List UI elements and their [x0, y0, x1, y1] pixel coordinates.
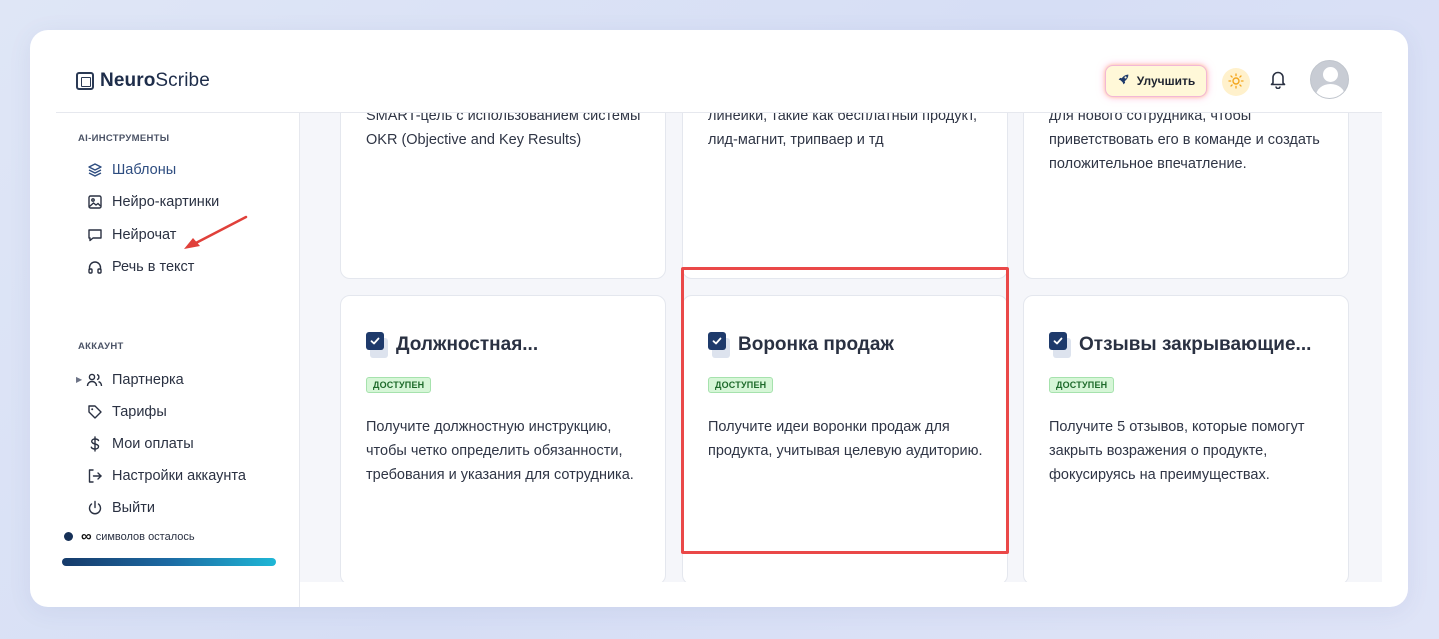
symbols-progress-bar	[62, 558, 276, 566]
checkbox-icon	[1049, 332, 1071, 358]
sidebar-item-label: Настройки аккаунта	[112, 467, 246, 484]
section-title-tools: AI-ИНСТРУМЕНТЫ	[78, 133, 170, 144]
image-icon	[86, 193, 103, 210]
template-card-product-line[interactable]: линейки, такие как бесплатный продукт, л…	[682, 113, 1008, 279]
card-description: Получите 5 отзывов, которые помогут закр…	[1049, 419, 1305, 483]
sidebar-item-partner[interactable]: Партнерка	[86, 371, 184, 388]
card-title: Отзывы закрывающие...	[1079, 334, 1312, 355]
upgrade-button[interactable]: Улучшить	[1105, 65, 1207, 97]
login-icon	[86, 467, 103, 484]
sidebar-item-neurochat[interactable]: Нейрочат	[86, 226, 176, 243]
sidebar-item-label: Речь в текст	[112, 258, 195, 275]
sidebar-item-account-settings[interactable]: Настройки аккаунта	[86, 467, 246, 484]
annotation-arrow	[180, 213, 252, 258]
bell-icon	[1269, 69, 1287, 94]
template-card-job-description[interactable]: Должностная... ДОСТУПЕН Получите должнос…	[340, 295, 666, 582]
template-card-welcome[interactable]: для нового сотрудника, чтобы приветствов…	[1023, 113, 1349, 279]
upgrade-label: Улучшить	[1136, 74, 1196, 88]
logo-icon	[76, 72, 94, 90]
avatar[interactable]	[1310, 60, 1349, 99]
headphones-icon	[86, 258, 103, 275]
templates-grid: SMART-цель с использованием системы OKR …	[300, 113, 1382, 582]
card-title: Воронка продаж	[738, 334, 894, 355]
sidebar-item-speech-to-text[interactable]: Речь в текст	[86, 258, 194, 275]
card-description: Получите идеи воронки продаж для продукт…	[708, 419, 983, 459]
card-description: для нового сотрудника, чтобы приветствов…	[1049, 113, 1320, 172]
app-window: NeuroScribe Улучшить AI-ИНСТРУМЕНТЫ Шабл…	[30, 30, 1408, 607]
logo[interactable]: NeuroScribe	[76, 70, 210, 92]
users-icon	[86, 371, 103, 388]
chat-icon	[86, 226, 103, 243]
template-card-closing-reviews[interactable]: Отзывы закрывающие... ДОСТУПЕН Получите …	[1023, 295, 1349, 582]
dollar-icon	[86, 435, 103, 452]
logo-text-bold: Neuro	[100, 70, 156, 91]
card-title: Должностная...	[396, 334, 539, 355]
sidebar-item-label: Нейрочат	[112, 226, 177, 243]
sun-icon	[1228, 72, 1244, 92]
sidebar-item-neuro-images[interactable]: Нейро-картинки	[86, 193, 219, 210]
template-card-okr[interactable]: SMART-цель с использованием системы OKR …	[340, 113, 666, 279]
tag-icon	[86, 403, 103, 420]
sidebar-item-label: Партнерка	[112, 371, 184, 388]
sidebar-item-logout[interactable]: Выйти	[86, 499, 155, 516]
template-card-sales-funnel[interactable]: Воронка продаж ДОСТУПЕН Получите идеи во…	[682, 295, 1008, 582]
checkbox-icon	[366, 332, 388, 358]
status-dot	[64, 532, 73, 541]
power-icon	[86, 499, 103, 516]
card-description: Получите должностную инструкцию, чтобы ч…	[366, 419, 634, 483]
logo-text-rest: Scribe	[155, 70, 210, 91]
sidebar-item-payments[interactable]: Мои оплаты	[86, 435, 194, 452]
sidebar-item-templates[interactable]: Шаблоны	[86, 161, 176, 178]
symbols-label: символов осталось	[95, 530, 195, 543]
sidebar-item-label: Нейро-картинки	[112, 193, 220, 210]
status-badge: ДОСТУПЕН	[708, 377, 774, 393]
notifications-button[interactable]	[1266, 68, 1290, 94]
sidebar-item-tariffs[interactable]: Тарифы	[86, 403, 167, 420]
section-title-account: АККАУНТ	[78, 341, 124, 352]
card-description: линейки, такие как бесплатный продукт, л…	[708, 113, 978, 148]
sidebar-item-label: Шаблоны	[112, 161, 177, 178]
sidebar-item-label: Выйти	[112, 499, 155, 516]
status-badge: ДОСТУПЕН	[1049, 377, 1115, 393]
theme-toggle-button[interactable]	[1222, 68, 1250, 96]
symbols-remaining: ∞ символов осталось	[64, 528, 195, 545]
layers-icon	[86, 161, 103, 178]
sidebar-item-label: Тарифы	[112, 403, 167, 420]
checkbox-icon	[708, 332, 730, 358]
sidebar-item-label: Мои оплаты	[112, 435, 194, 452]
rocket-icon	[1117, 73, 1130, 89]
card-description: SMART-цель с использованием системы OKR …	[366, 113, 641, 148]
symbols-value: ∞	[81, 528, 92, 545]
caret-right-icon[interactable]: ▶	[76, 375, 82, 384]
status-badge: ДОСТУПЕН	[366, 377, 432, 393]
